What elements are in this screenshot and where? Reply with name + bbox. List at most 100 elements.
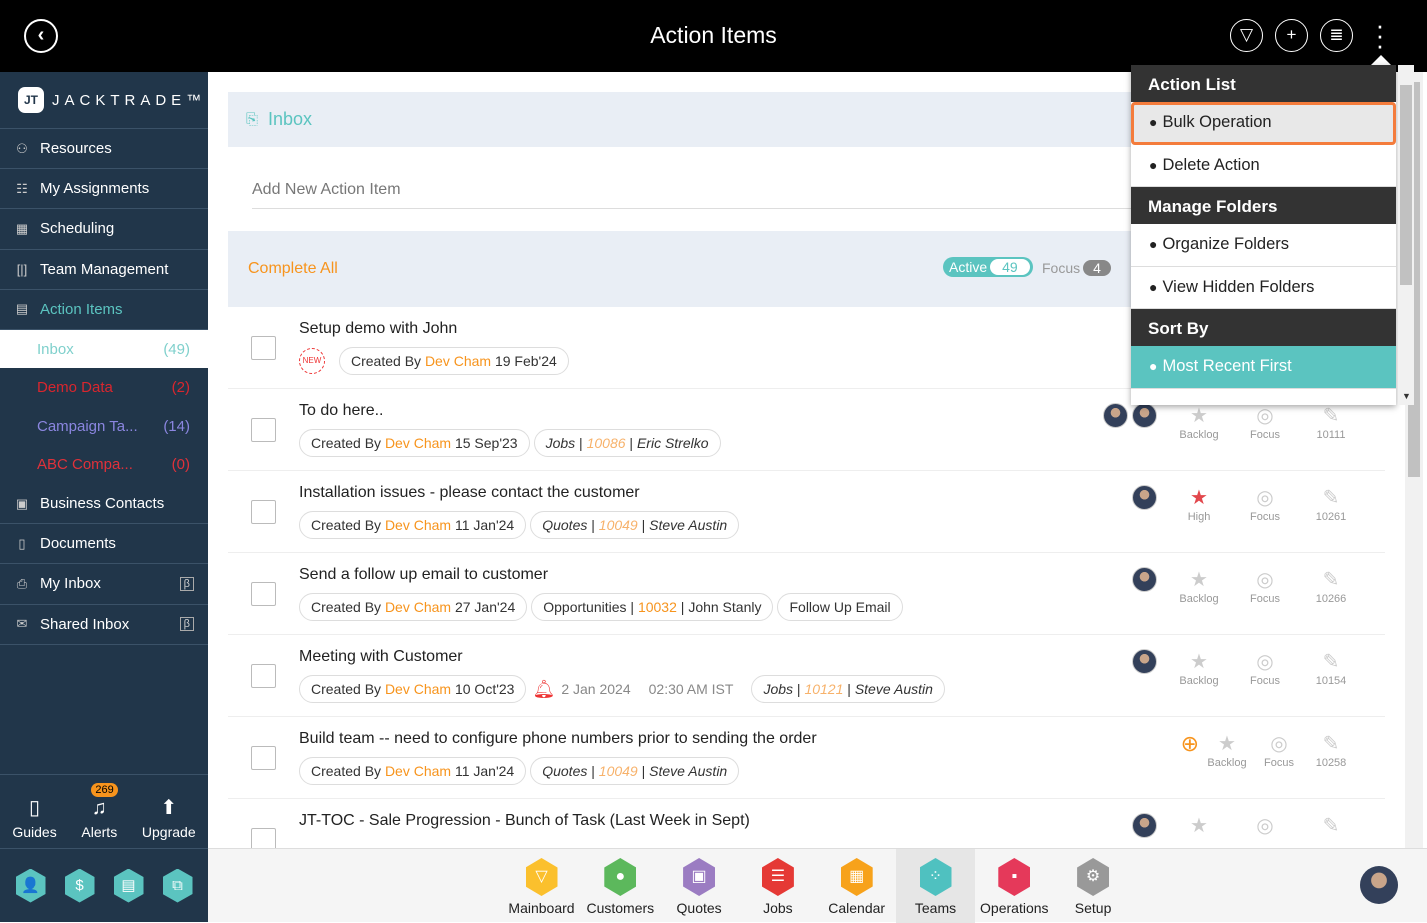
app-customers[interactable]: ● Customers <box>581 849 660 923</box>
table-row[interactable]: Meeting with Customer Created By Dev Cham… <box>228 635 1385 717</box>
folder-campaign-ta-[interactable]: Campaign Ta... (14) <box>0 407 208 446</box>
guides-button[interactable]: ▯ Guides <box>12 795 56 840</box>
chat-app-icon[interactable]: ▤ <box>113 868 144 903</box>
link-tag[interactable]: Jobs | 10086 | Eric Strelko <box>533 429 721 457</box>
app-operations[interactable]: ▪ Operations <box>975 849 1054 923</box>
workflow-app-icon[interactable]: ⧉ <box>162 868 193 903</box>
dropdown-scrollbar[interactable]: ▼ <box>1398 65 1414 405</box>
edit-button[interactable]: ✎ 10111 <box>1307 403 1355 441</box>
sidebar-item-shared-inbox[interactable]: ✉ Shared Inbox β <box>0 605 208 645</box>
assignee-avatar[interactable] <box>1132 649 1157 674</box>
row-title[interactable]: Meeting with Customer <box>299 648 463 666</box>
folder-inbox[interactable]: Inbox (49) <box>0 329 208 369</box>
app-label: Teams <box>914 900 957 916</box>
link-id[interactable]: 10032 <box>638 599 677 615</box>
app-quotes[interactable]: ▣ Quotes <box>660 849 739 923</box>
focus-label: Focus <box>1264 757 1294 769</box>
focus-button[interactable]: ◎ Focus <box>1241 403 1289 441</box>
sidebar-item-scheduling[interactable]: ▦ Scheduling <box>0 209 208 250</box>
link-id[interactable]: 10049 <box>599 517 638 533</box>
app-teams[interactable]: ⁘ Teams <box>896 849 975 923</box>
link-tag[interactable]: Follow Up Email <box>777 593 903 621</box>
table-row[interactable]: Installation issues - please contact the… <box>228 471 1385 553</box>
link-tag[interactable]: Quotes | 10049 | Steve Austin <box>530 757 740 785</box>
assignee-avatar[interactable] <box>1132 403 1157 428</box>
folder-demo-data[interactable]: Demo Data (2) <box>0 368 208 407</box>
link-id[interactable]: 10049 <box>599 763 638 779</box>
link-tag[interactable]: Opportunities | 10032 | John Stanly <box>531 593 774 621</box>
menu-item-delete-action[interactable]: Delete Action <box>1131 145 1396 187</box>
table-row[interactable]: Send a follow up email to customer Create… <box>228 553 1385 635</box>
focus-button[interactable]: ◎ <box>1241 813 1289 839</box>
row-checkbox[interactable] <box>251 746 276 770</box>
row-checkbox[interactable] <box>251 336 276 360</box>
app-setup[interactable]: ⚙ Setup <box>1054 849 1133 923</box>
assignee-avatar[interactable] <box>1132 813 1157 838</box>
edit-button[interactable]: ✎ 10154 <box>1307 649 1355 687</box>
menu-item-bulk-operation[interactable]: Bulk Operation <box>1131 102 1396 145</box>
upgrade-button[interactable]: ⬆ Upgrade <box>142 795 196 840</box>
row-title[interactable]: JT-TOC - Sale Progression - Bunch of Tas… <box>299 812 750 830</box>
row-checkbox[interactable] <box>251 500 276 524</box>
focus-button[interactable]: ◎ Focus <box>1255 731 1303 769</box>
priority-button[interactable]: ★ Backlog <box>1203 731 1251 769</box>
sidebar-item-my-assignments[interactable]: ☷ My Assignments <box>0 169 208 210</box>
folder-count: (49) <box>163 340 190 358</box>
focus-filter-tab[interactable]: Focus 4 <box>1042 260 1111 276</box>
row-checkbox[interactable] <box>251 664 276 688</box>
sidebar-item-my-inbox[interactable]: ⎙ My Inbox β <box>0 564 208 605</box>
assignee-avatar[interactable] <box>1132 567 1157 592</box>
priority-button[interactable]: ★ Backlog <box>1175 649 1223 687</box>
link-id[interactable]: 10121 <box>804 681 843 697</box>
dollar-app-icon[interactable]: $ <box>64 868 95 903</box>
list-icon[interactable]: ≣ <box>1320 19 1353 52</box>
sidebar-item-documents[interactable]: ▯ Documents <box>0 524 208 565</box>
row-title[interactable]: Send a follow up email to customer <box>299 566 548 584</box>
assignee-avatar[interactable] <box>1132 485 1157 510</box>
filter-icon[interactable]: ▽ <box>1230 19 1263 52</box>
priority-button[interactable]: ★ High <box>1175 485 1223 523</box>
focus-button[interactable]: ◎ Focus <box>1241 567 1289 605</box>
app-mainboard[interactable]: ▽ Mainboard <box>502 849 581 923</box>
edit-button[interactable]: ✎ 10261 <box>1307 485 1355 523</box>
sidebar-item-action-items[interactable]: ▤ Action Items <box>0 290 208 330</box>
folder-abc-compa-[interactable]: ABC Compa... (0) <box>0 445 208 484</box>
app-calendar[interactable]: ▦ Calendar <box>817 849 896 923</box>
user-app-icon[interactable]: 👤 <box>15 868 46 903</box>
row-checkbox[interactable] <box>251 828 276 848</box>
link-tag[interactable]: Jobs | 10121 | Steve Austin <box>751 675 945 703</box>
assignee-avatar[interactable] <box>1103 403 1128 428</box>
edit-button[interactable]: ✎ 10258 <box>1307 731 1355 769</box>
priority-button[interactable]: ★ Backlog <box>1175 567 1223 605</box>
sidebar-item-resources[interactable]: ⚇ Resources <box>0 129 208 170</box>
link-tag[interactable]: Quotes | 10049 | Steve Austin <box>530 511 740 539</box>
row-checkbox[interactable] <box>251 418 276 442</box>
edit-button[interactable]: ✎ 10266 <box>1307 567 1355 605</box>
priority-button[interactable]: ★ Backlog <box>1175 403 1223 441</box>
menu-item-view-hidden-folders[interactable]: View Hidden Folders <box>1131 267 1396 309</box>
app-jobs[interactable]: ☰ Jobs <box>738 849 817 923</box>
menu-item-organize-folders[interactable]: Organize Folders <box>1131 224 1396 267</box>
complete-all-button[interactable]: Complete All <box>248 260 338 278</box>
link-id[interactable]: 10086 <box>587 435 626 451</box>
row-title[interactable]: Build team -- need to configure phone nu… <box>299 730 817 748</box>
plus-icon[interactable]: + <box>1275 19 1308 52</box>
alerts-button[interactable]: ♫ 269 Alerts <box>81 783 118 840</box>
focus-button[interactable]: ◎ Focus <box>1241 649 1289 687</box>
focus-button[interactable]: ◎ Focus <box>1241 485 1289 523</box>
user-avatar[interactable] <box>1360 866 1398 904</box>
add-assignee-icon[interactable]: ⊕ <box>1181 731 1199 757</box>
table-row[interactable]: JT-TOC - Sale Progression - Bunch of Tas… <box>228 799 1385 848</box>
table-row[interactable]: Build team -- need to configure phone nu… <box>228 717 1385 799</box>
row-title[interactable]: Setup demo with John <box>299 320 457 338</box>
active-filter-tab[interactable]: Active 49 <box>943 257 1033 277</box>
row-title[interactable]: To do here.. <box>299 402 384 420</box>
menu-item-most-recent-first[interactable]: Most Recent First <box>1131 346 1396 389</box>
row-title[interactable]: Installation issues - please contact the… <box>299 484 640 502</box>
edit-button[interactable]: ✎ <box>1307 813 1355 839</box>
sidebar-item-team-management[interactable]: [|] Team Management <box>0 250 208 290</box>
sidebar-item-business-contacts[interactable]: ▣ Business Contacts <box>0 484 208 525</box>
kebab-menu-icon[interactable]: · · · <box>1372 12 1388 58</box>
priority-button[interactable]: ★ <box>1175 813 1223 839</box>
row-checkbox[interactable] <box>251 582 276 606</box>
